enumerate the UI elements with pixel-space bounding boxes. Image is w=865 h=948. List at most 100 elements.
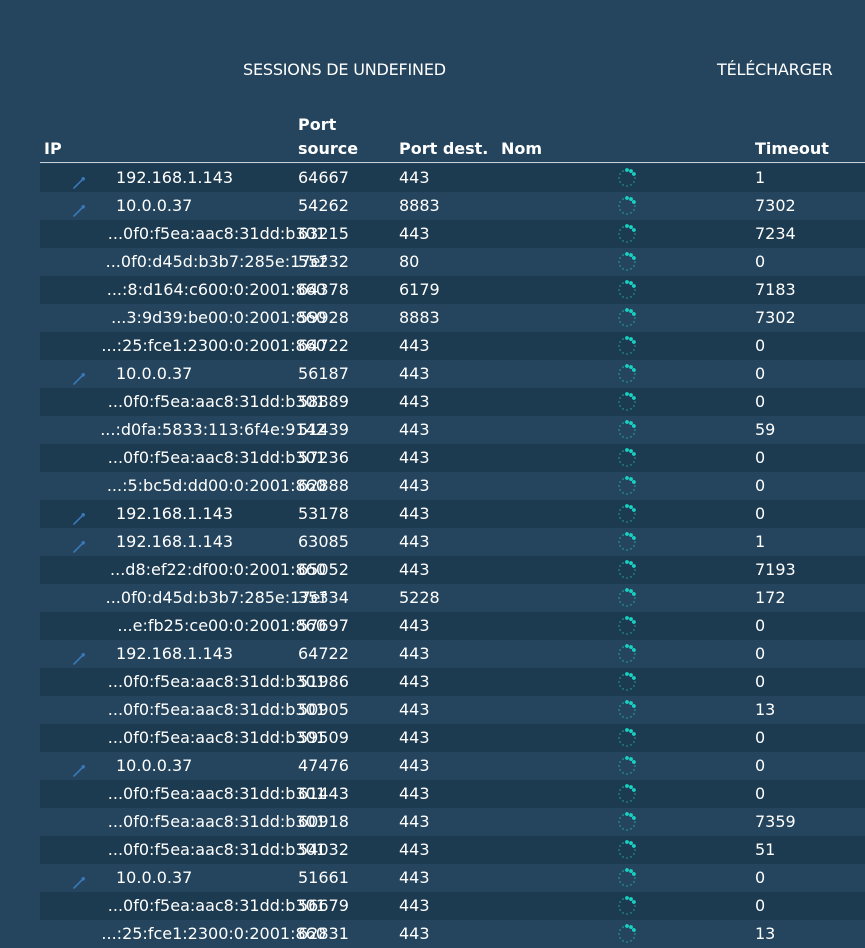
table-row[interactable]: 10.0.0.37 51661 443 0	[40, 864, 865, 892]
session-dest-port: 443	[399, 476, 430, 495]
session-timeout: 0	[755, 672, 766, 691]
pin-icon	[72, 507, 86, 525]
session-dest-port: 443	[399, 868, 430, 887]
session-ip: ...0f0:f5ea:aac8:31dd:b301	[107, 812, 326, 831]
session-ip: ...0f0:f5ea:aac8:31dd:b301	[107, 728, 326, 747]
column-header-source-port[interactable]: Port source	[298, 113, 358, 161]
table-row[interactable]: ...:5:bc5d:dd00:0:2001:860 62888 443 0	[40, 472, 865, 500]
table-row[interactable]: ...0f0:f5ea:aac8:31dd:b301 56679 443 0	[40, 892, 865, 920]
download-button[interactable]: TÉLÉCHARGER	[717, 60, 833, 79]
session-timeout: 0	[755, 728, 766, 747]
session-dest-port: 443	[399, 616, 430, 635]
session-timeout: 0	[755, 756, 766, 775]
loading-spinner-icon	[616, 559, 638, 581]
session-dest-port: 443	[399, 392, 430, 411]
session-timeout: 7193	[755, 560, 796, 579]
session-timeout: 59	[755, 420, 776, 439]
session-ip: 192.168.1.143	[116, 504, 234, 523]
session-ip: ...0f0:d45d:b3b7:285e:17ef	[105, 252, 326, 271]
session-dest-port: 443	[399, 532, 430, 551]
loading-spinner-icon	[616, 923, 638, 945]
session-timeout: 1	[755, 168, 766, 187]
session-timeout: 0	[755, 252, 766, 271]
table-row[interactable]: ...0f0:f5ea:aac8:31dd:b301 59509 443 0	[40, 724, 865, 752]
header-divider	[40, 162, 865, 163]
session-ip: ...:8:d164:c600:0:2001:860	[106, 280, 326, 299]
session-source-port: 56679	[298, 896, 349, 915]
session-source-port: 60918	[298, 812, 349, 831]
session-ip: 192.168.1.143	[116, 168, 234, 187]
table-row[interactable]: ...0f0:f5ea:aac8:31dd:b301 57236 443 0	[40, 444, 865, 472]
table-row[interactable]: 10.0.0.37 54262 8883 7302	[40, 192, 865, 220]
table-row[interactable]: ...0f0:f5ea:aac8:31dd:b301 63215 443 7234	[40, 220, 865, 248]
table-row[interactable]: ...0f0:f5ea:aac8:31dd:b301 58889 443 0	[40, 388, 865, 416]
session-ip: ...:5:bc5d:dd00:0:2001:860	[106, 476, 326, 495]
table-row[interactable]: ...0f0:f5ea:aac8:31dd:b301 50905 443 13	[40, 696, 865, 724]
session-ip: ...0f0:f5ea:aac8:31dd:b301	[107, 392, 326, 411]
session-source-port: 50905	[298, 700, 349, 719]
session-dest-port: 443	[399, 896, 430, 915]
pin-icon	[72, 871, 86, 889]
table-row[interactable]: 10.0.0.37 56187 443 0	[40, 360, 865, 388]
session-source-port: 59928	[298, 308, 349, 327]
table-row[interactable]: ...:d0fa:5833:113:6f4e:9142 51439 443 59	[40, 416, 865, 444]
session-source-port: 58889	[298, 392, 349, 411]
loading-spinner-icon	[616, 419, 638, 441]
session-ip: ...0f0:f5ea:aac8:31dd:b301	[107, 448, 326, 467]
column-header-source-port-line1: Port	[298, 115, 337, 134]
session-source-port: 57236	[298, 448, 349, 467]
loading-spinner-icon	[616, 867, 638, 889]
session-dest-port: 8883	[399, 196, 440, 215]
session-dest-port: 443	[399, 560, 430, 579]
column-header-timeout[interactable]: Timeout	[755, 137, 829, 161]
session-ip: ...0f0:f5ea:aac8:31dd:b301	[107, 840, 326, 859]
column-header-source-port-line2: source	[298, 139, 359, 158]
session-timeout: 0	[755, 868, 766, 887]
loading-spinner-icon	[616, 335, 638, 357]
session-dest-port: 443	[399, 784, 430, 803]
session-dest-port: 443	[399, 448, 430, 467]
session-ip: ...0f0:f5ea:aac8:31dd:b301	[107, 224, 326, 243]
session-source-port: 47476	[298, 756, 349, 775]
session-timeout: 0	[755, 364, 766, 383]
table-row[interactable]: ...0f0:f5ea:aac8:31dd:b301 60918 443 7359	[40, 808, 865, 836]
loading-spinner-icon	[616, 223, 638, 245]
column-header-name[interactable]: Nom	[501, 137, 542, 161]
table-row[interactable]: ...0f0:f5ea:aac8:31dd:b301 61443 443 0	[40, 780, 865, 808]
session-timeout: 7359	[755, 812, 796, 831]
table-row[interactable]: ...:25:fce1:2300:0:2001:860 64722 443 0	[40, 332, 865, 360]
table-row[interactable]: ...0f0:d45d:b3b7:285e:17ef 35334 5228 172	[40, 584, 865, 612]
loading-spinner-icon	[616, 503, 638, 525]
table-row[interactable]: 192.168.1.143 64722 443 0	[40, 640, 865, 668]
sessions-table: 192.168.1.143 64667 443 1 10.0.0.37 54262 8883…	[40, 164, 865, 948]
table-row[interactable]: ...0f0:f5ea:aac8:31dd:b301 54032 443 51	[40, 836, 865, 864]
table-row[interactable]: 10.0.0.37 47476 443 0	[40, 752, 865, 780]
session-source-port: 51439	[298, 420, 349, 439]
table-row[interactable]: ...:8:d164:c600:0:2001:860 64378 6179 7183	[40, 276, 865, 304]
table-row[interactable]: ...3:9d39:be00:0:2001:860 59928 8883 7302	[40, 304, 865, 332]
session-ip: 10.0.0.37	[116, 756, 193, 775]
session-dest-port: 443	[399, 700, 430, 719]
session-timeout: 0	[755, 448, 766, 467]
pin-icon	[72, 199, 86, 217]
table-row[interactable]: ...0f0:f5ea:aac8:31dd:b301 51986 443 0	[40, 668, 865, 696]
session-ip: ...0f0:f5ea:aac8:31dd:b301	[107, 672, 326, 691]
table-row[interactable]: 192.168.1.143 63085 443 1	[40, 528, 865, 556]
table-row[interactable]: 192.168.1.143 64667 443 1	[40, 164, 865, 192]
table-row[interactable]: ...d8:ef22:df00:0:2001:860 65052 443 7193	[40, 556, 865, 584]
session-dest-port: 8883	[399, 308, 440, 327]
session-source-port: 54032	[298, 840, 349, 859]
table-row[interactable]: ...e:fb25:ce00:0:2001:860 57697 443 0	[40, 612, 865, 640]
session-dest-port: 443	[399, 336, 430, 355]
session-source-port: 64722	[298, 644, 349, 663]
column-header-dest-port[interactable]: Port dest.	[399, 137, 488, 161]
column-header-ip[interactable]: IP	[44, 137, 62, 161]
table-row[interactable]: 192.168.1.143 53178 443 0	[40, 500, 865, 528]
session-timeout: 0	[755, 504, 766, 523]
table-row[interactable]: ...0f0:d45d:b3b7:285e:17ef 55232 80 0	[40, 248, 865, 276]
session-timeout: 0	[755, 616, 766, 635]
loading-spinner-icon	[616, 587, 638, 609]
page-title: SESSIONS DE UNDEFINED	[243, 60, 446, 79]
session-ip: ...0f0:f5ea:aac8:31dd:b301	[107, 700, 326, 719]
table-row[interactable]: ...:25:fce1:2300:0:2001:860 62831 443 13	[40, 920, 865, 948]
